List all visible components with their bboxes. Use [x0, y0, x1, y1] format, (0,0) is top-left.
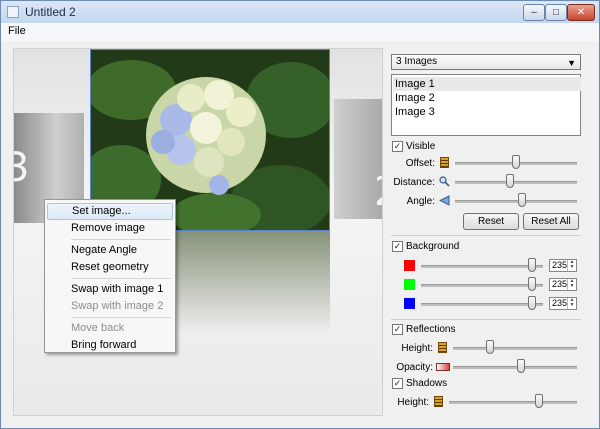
spin-arrows[interactable]: ▲ ▼: [567, 298, 576, 309]
red-value: 235: [552, 260, 568, 270]
background-label: Background: [406, 241, 460, 252]
close-button[interactable]: ✕: [567, 4, 595, 21]
distance-slider-track[interactable]: [455, 181, 577, 184]
menu-item-move-back: Move back: [71, 322, 125, 334]
spin-arrows[interactable]: ▲ ▼: [567, 260, 576, 271]
menu-item-swap-image-2: Swap with image 2: [71, 300, 164, 312]
red-slider-track[interactable]: [421, 265, 543, 268]
shadows-checkbox[interactable]: ✓: [392, 378, 403, 389]
list-item[interactable]: Image 1: [393, 77, 581, 91]
context-menu: Set image... Remove image Negate Angle R…: [44, 199, 176, 353]
blue-swatch: [404, 298, 415, 309]
list-item[interactable]: Image 2: [393, 91, 581, 105]
angle-label: Angle:: [406, 196, 435, 207]
green-slider-track[interactable]: [421, 284, 543, 287]
reset-button[interactable]: Reset: [463, 213, 519, 230]
menu-bar: File: [1, 23, 599, 41]
shadow-height-slider-thumb[interactable]: [534, 394, 543, 408]
app-icon: [7, 6, 19, 18]
blue-slider-thumb[interactable]: [528, 296, 536, 310]
menu-separator: [71, 317, 171, 318]
menu-item-bring-forward[interactable]: Bring forward: [47, 337, 173, 354]
angle-slider-thumb[interactable]: [518, 193, 527, 207]
offset-icon: [440, 157, 449, 168]
shadow-height-slider-track[interactable]: [449, 401, 577, 404]
blue-value: 235: [552, 298, 568, 308]
green-spinbox[interactable]: 235 ▲ ▼: [549, 278, 577, 291]
menu-item-negate-angle[interactable]: Negate Angle: [47, 242, 173, 259]
image-list[interactable]: Image 1 Image 2 Image 3: [391, 74, 581, 136]
app-window: Untitled 2 – □ ✕ File 3 2: [0, 0, 600, 429]
minimize-button[interactable]: –: [523, 4, 545, 21]
spin-down-icon[interactable]: ▼: [570, 302, 575, 308]
green-value: 235: [552, 279, 568, 289]
visible-label: Visible: [406, 141, 436, 152]
divider: [391, 235, 581, 236]
menu-item-swap-image-1[interactable]: Swap with image 1: [47, 281, 173, 298]
reflection-height-slider-track[interactable]: [453, 347, 577, 350]
magnifier-icon: [439, 176, 450, 187]
spin-arrows[interactable]: ▲ ▼: [567, 279, 576, 290]
window-title: Untitled 2: [25, 5, 76, 19]
images-count-value: 3 Images: [396, 56, 438, 67]
reflection-height-slider-thumb[interactable]: [486, 340, 495, 354]
opacity-slider-thumb[interactable]: [517, 359, 526, 373]
reflection-height-label: Height:: [401, 343, 433, 354]
background-checkbox[interactable]: ✓: [392, 241, 403, 252]
reset-all-button[interactable]: Reset All: [523, 213, 579, 230]
menu-item-set-image[interactable]: Set image...: [47, 203, 173, 220]
side-card-number-left: 3: [14, 145, 29, 191]
divider: [391, 319, 581, 320]
opacity-label: Opacity:: [396, 362, 433, 373]
reflections-checkbox[interactable]: ✓: [392, 324, 403, 335]
menu-item-reset-geometry[interactable]: Reset geometry: [47, 259, 173, 276]
green-swatch: [404, 279, 415, 290]
opacity-icon: [436, 363, 450, 371]
offset-slider-thumb[interactable]: [512, 155, 520, 169]
shadows-label: Shadows: [406, 378, 448, 389]
red-swatch: [404, 260, 415, 271]
shadow-height-label: Height:: [397, 397, 429, 408]
chevron-down-icon[interactable]: ▼: [567, 56, 576, 70]
spin-down-icon[interactable]: ▼: [570, 264, 575, 270]
menu-separator: [71, 278, 171, 279]
angle-slider-track[interactable]: [455, 200, 577, 203]
opacity-slider-track[interactable]: [453, 366, 577, 369]
red-slider-thumb[interactable]: [528, 258, 536, 272]
blue-spinbox[interactable]: 235 ▲ ▼: [549, 297, 577, 310]
distance-label: Distance:: [393, 177, 435, 188]
spin-down-icon[interactable]: ▼: [570, 283, 575, 289]
visible-checkbox[interactable]: ✓: [392, 141, 403, 152]
title-bar[interactable]: Untitled 2 – □ ✕: [1, 1, 599, 23]
red-spinbox[interactable]: 235 ▲ ▼: [549, 259, 577, 272]
height-icon: [434, 396, 443, 407]
menu-item-remove-image[interactable]: Remove image: [47, 220, 173, 237]
list-item[interactable]: Image 3: [393, 105, 581, 119]
green-slider-thumb[interactable]: [528, 277, 536, 291]
maximize-button[interactable]: □: [545, 4, 567, 21]
menu-file[interactable]: File: [8, 25, 26, 37]
images-count-dropdown[interactable]: 3 Images ▼: [391, 54, 581, 70]
offset-label: Offset:: [405, 158, 435, 169]
height-icon: [438, 342, 447, 353]
distance-slider-thumb[interactable]: [505, 174, 514, 188]
side-card-number-right: 2: [374, 169, 382, 215]
blue-slider-track[interactable]: [421, 303, 543, 306]
angle-icon: [438, 195, 450, 206]
reflections-label: Reflections: [406, 324, 456, 335]
menu-separator: [71, 239, 171, 240]
